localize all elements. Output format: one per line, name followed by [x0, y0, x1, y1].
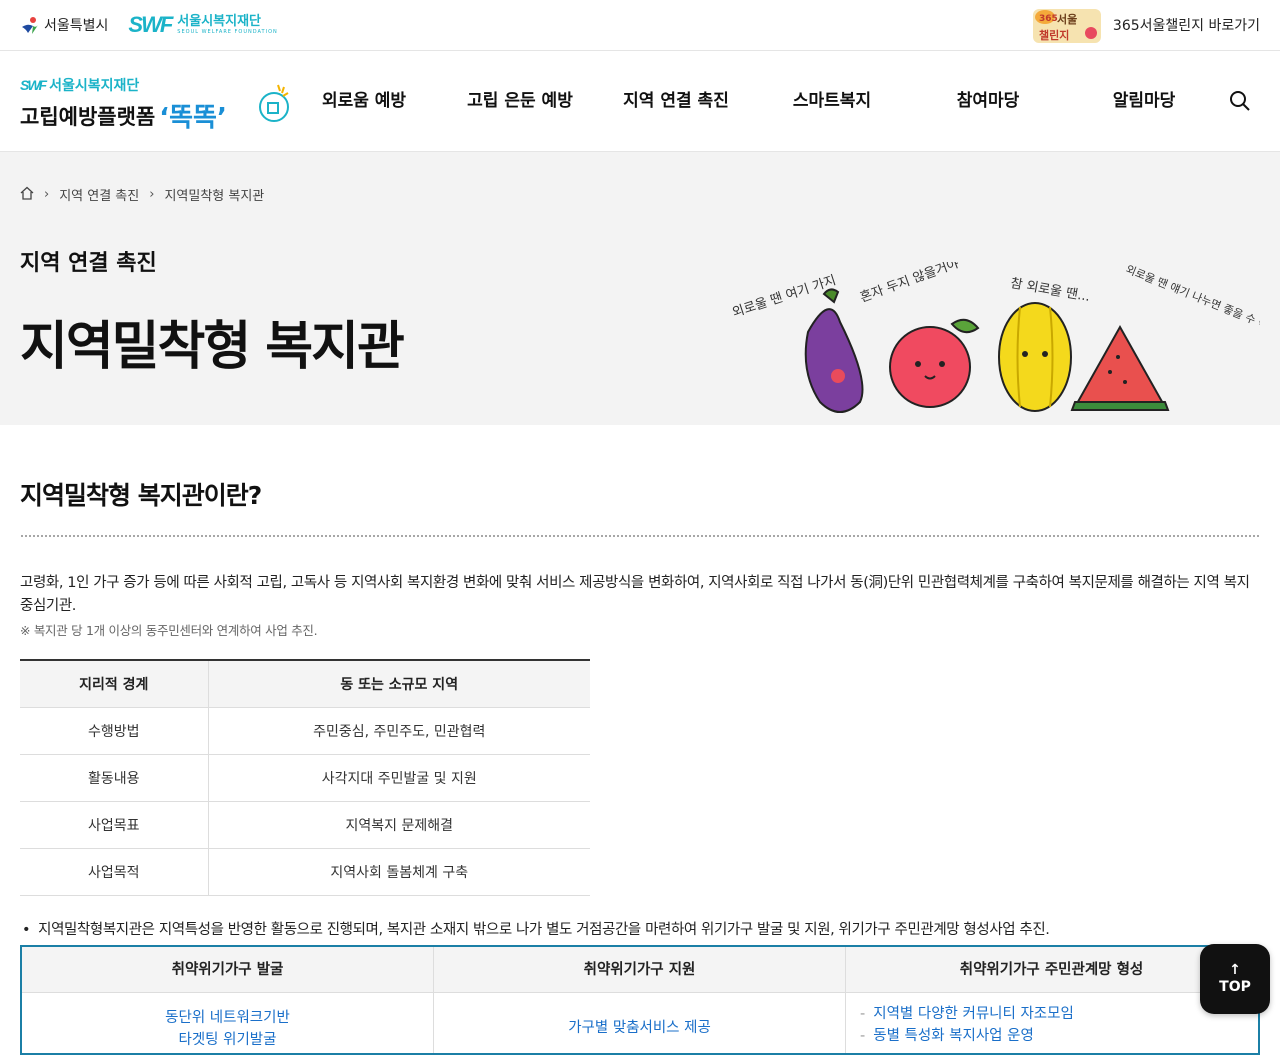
brand-org: 서울시복지재단 [49, 78, 140, 94]
table-cell: 활동내용 [20, 754, 209, 802]
bullet-content: 지역밀착형복지관은 지역특성을 반영한 활동으로 진행되며, 복지관 소재지 밖… [38, 921, 1050, 938]
bullet-text: • 지역밀착형복지관은 지역특성을 반영한 활동으로 진행되며, 복지관 소재지 … [20, 918, 1260, 939]
table-cell: 지역복지 문제해결 [208, 801, 590, 849]
dotted-divider [20, 534, 1260, 538]
table-cell: 사업목적 [20, 848, 209, 896]
activity-cell: 지역별 다양한 커뮤니티 자조모임 동별 특성화 복지사업 운영 [846, 993, 1258, 1053]
page-category: 지역 연결 촉진 [20, 251, 157, 276]
menu-loneliness-prevention[interactable]: 외로움 예방 [286, 51, 442, 151]
menu-isolation-prevention[interactable]: 고립 은둔 예방 [442, 51, 598, 151]
chevron-right-icon: › [44, 187, 50, 202]
menu-smart-welfare[interactable]: 스마트복지 [754, 51, 910, 151]
table-header-row: 지리적 경계 동 또는 소규모 지역 [20, 660, 590, 708]
main-navigation: SWF 서울시복지재단 고립예방플랫폼 ‘똑똑’ 외로움 예방 고립 은둔 예방… [0, 51, 1280, 152]
brand-platform: 고립예방플랫폼 [20, 104, 156, 129]
home-icon[interactable] [20, 186, 34, 204]
table-row: 수행방법 주민중심, 주민주도, 민관협력 [20, 707, 590, 755]
swf-en: SEOUL WELFARE FOUNDATION [177, 29, 278, 35]
activity-header: 취약위기가구 발굴 [22, 946, 434, 993]
section-title: 지역밀착형 복지관이란? [20, 481, 262, 510]
fruit-characters-illustration: 외로울 땐 여기 가지 혼자 두지 않을거야 참 외로울 땐... 외로울 땐 … [720, 256, 1280, 425]
swf-name: 서울시복지재단 [177, 14, 262, 29]
activity-item: 동별 특성화 복지사업 운영 [860, 1025, 1258, 1047]
table-cell: 주민중심, 주민주도, 민관협력 [208, 707, 590, 755]
brand-name: ‘똑똑’ [159, 103, 227, 133]
activity-item: 타겟팅 위기발굴 [178, 1031, 277, 1048]
section-note: ※ 복지관 당 1개 이상의 동주민센터와 연계하여 사업 추진. [20, 623, 318, 638]
bubble-text: 참 외로울 땐... [1009, 276, 1091, 305]
breadcrumb-item[interactable]: 지역 연결 촉진 [59, 185, 139, 204]
brand-mark: SWF [20, 77, 47, 93]
table-cell: 수행방법 [20, 707, 209, 755]
scroll-top-button[interactable]: ↑ TOP [1200, 944, 1270, 1014]
table-row: 사업목적 지역사회 돌봄체계 구축 [20, 848, 590, 896]
activity-cell: 동단위 네트워크기반 타겟팅 위기발굴 [22, 992, 434, 1053]
breadcrumb: › 지역 연결 촉진 › 지역밀착형 복지관 [20, 185, 264, 204]
activity-item: 가구별 맞춤서비스 제공 [568, 1019, 711, 1036]
page-title: 지역밀착형 복지관 [20, 317, 405, 377]
challenge-link-text: 365서울챌린지 바로가기 [1112, 18, 1260, 34]
menu-notice[interactable]: 알림마당 [1066, 51, 1222, 151]
seoul-logo-icon [20, 15, 40, 35]
bullet-dot: • [22, 921, 31, 938]
table-cell: 사각지대 주민발굴 및 지원 [208, 754, 590, 802]
svg-text:챌린지: 챌린지 [1039, 28, 1069, 42]
activity-item: 지역별 다양한 커뮤니티 자조모임 [860, 1003, 1258, 1025]
table-header: 지리적 경계 [20, 660, 209, 708]
breadcrumb-current[interactable]: 지역밀착형 복지관 [164, 185, 264, 204]
table-cell: 사업목표 [20, 801, 209, 849]
gnb-menu: 외로움 예방 고립 은둔 예방 지역 연결 촉진 스마트복지 참여마당 알림마당 [286, 51, 1222, 151]
table-row: 활동내용 사각지대 주민발굴 및 지원 [20, 754, 590, 802]
swf-logo[interactable]: SWF 서울시복지재단 SEOUL WELFARE FOUNDATION [128, 12, 277, 38]
menu-community-connection[interactable]: 지역 연결 촉진 [598, 51, 754, 151]
table-row: 사업목표 지역복지 문제해결 [20, 801, 590, 849]
top-utility-bar: 서울특별시 SWF 서울시복지재단 SEOUL WELFARE FOUNDATI… [0, 0, 1280, 51]
activity-cell: 가구별 맞춤서비스 제공 [434, 992, 846, 1053]
bubble-text: 외로울 땐 얘기 나누면 좋을 수 박에 [1124, 263, 1260, 336]
table-header: 동 또는 소규모 지역 [208, 660, 590, 708]
platform-logo[interactable]: SWF 서울시복지재단 고립예방플랫폼 ‘똑똑’ [20, 75, 290, 133]
swf-mark: SWF [128, 12, 173, 37]
top-button-label: TOP [1219, 979, 1251, 995]
chevron-right-icon: › [149, 187, 155, 202]
activity-header: 취약위기가구 주민관계망 형성 [846, 946, 1258, 993]
challenge-badge-icon: 365 서울 챌린지 [1031, 5, 1103, 45]
arrow-up-icon: ↑ [1229, 962, 1241, 978]
svg-text:365: 365 [1039, 14, 1058, 24]
activity-table: 취약위기가구 발굴 취약위기가구 지원 취약위기가구 주민관계망 형성 동단위 … [20, 944, 1260, 1055]
bubble-text: 혼자 두지 않을거야 [858, 262, 961, 306]
search-icon[interactable] [1228, 89, 1252, 113]
section-description: 고령화, 1인 가구 증가 등에 따른 사회적 고립, 고독사 등 지역사회 복… [20, 575, 1250, 614]
svg-text:서울: 서울 [1057, 12, 1077, 26]
activity-item: 동단위 네트워크기반 [165, 1009, 290, 1026]
table-cell: 지역사회 돌봄체계 구축 [208, 848, 590, 896]
activity-header: 취약위기가구 지원 [434, 946, 846, 993]
seoul-logo-text: 서울특별시 [44, 18, 109, 34]
main-content: 지역밀착형 복지관이란? 고령화, 1인 가구 증가 등에 따른 사회적 고립,… [20, 426, 1260, 1055]
seoul-city-logo[interactable]: 서울특별시 [20, 15, 108, 35]
overview-table: 지리적 경계 동 또는 소규모 지역 수행방법 주민중심, 주민주도, 민관협력… [20, 659, 590, 896]
menu-participation[interactable]: 참여마당 [910, 51, 1066, 151]
challenge-link[interactable]: 365 서울 챌린지 365서울챌린지 바로가기 [1031, 5, 1260, 45]
page-visual: › 지역 연결 촉진 › 지역밀착형 복지관 지역 연결 촉진 지역밀착형 복지… [0, 152, 1280, 425]
